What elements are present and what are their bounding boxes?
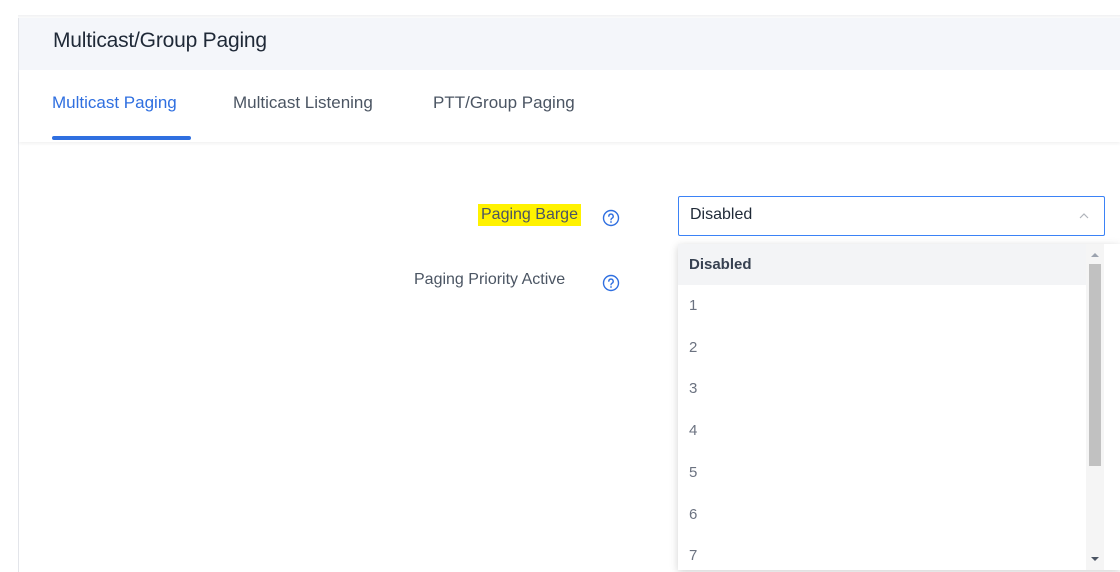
dropdown-option-4[interactable]: 4 (678, 410, 1086, 451)
page-header: Multicast/Group Paging (19, 18, 1120, 70)
scrollbar-thumb[interactable] (1089, 264, 1101, 466)
tab-bar: Multicast Paging Multicast Listening PTT… (19, 70, 1120, 142)
active-tab-indicator (52, 136, 191, 140)
paging-barge-select[interactable]: Disabled (678, 196, 1105, 236)
tab-multicast-listening[interactable]: Multicast Listening (233, 93, 373, 113)
dropdown-option-6[interactable]: 6 (678, 494, 1086, 535)
help-icon[interactable] (602, 209, 620, 227)
tab-ptt-group-paging[interactable]: PTT/Group Paging (433, 93, 575, 113)
tab-multicast-paging[interactable]: Multicast Paging (52, 93, 177, 113)
help-icon[interactable] (602, 274, 620, 292)
select-value: Disabled (690, 206, 753, 223)
dropdown-option-disabled[interactable]: Disabled (678, 244, 1086, 285)
page-frame: Multicast/Group Paging Multicast Paging … (0, 0, 1120, 572)
dropdown-option-1[interactable]: 1 (678, 285, 1086, 326)
scroll-down-arrow-icon[interactable] (1090, 554, 1100, 564)
paging-barge-text: Paging Barge (478, 204, 581, 226)
scroll-up-arrow-icon[interactable] (1090, 250, 1100, 260)
dropdown-scrollbar[interactable] (1086, 244, 1104, 570)
chevron-up-icon (1079, 213, 1089, 219)
dropdown-option-2[interactable]: 2 (678, 327, 1086, 368)
paging-barge-label: Paging Barge (478, 204, 581, 226)
paging-barge-dropdown: Disabled 1 2 3 4 5 6 7 (678, 244, 1120, 570)
dropdown-option-3[interactable]: 3 (678, 368, 1086, 409)
paging-priority-label: Paging Priority Active (414, 271, 566, 288)
page-title: Multicast/Group Paging (53, 29, 267, 52)
dropdown-option-7[interactable]: 7 (678, 535, 1086, 570)
dropdown-option-5[interactable]: 5 (678, 452, 1086, 493)
